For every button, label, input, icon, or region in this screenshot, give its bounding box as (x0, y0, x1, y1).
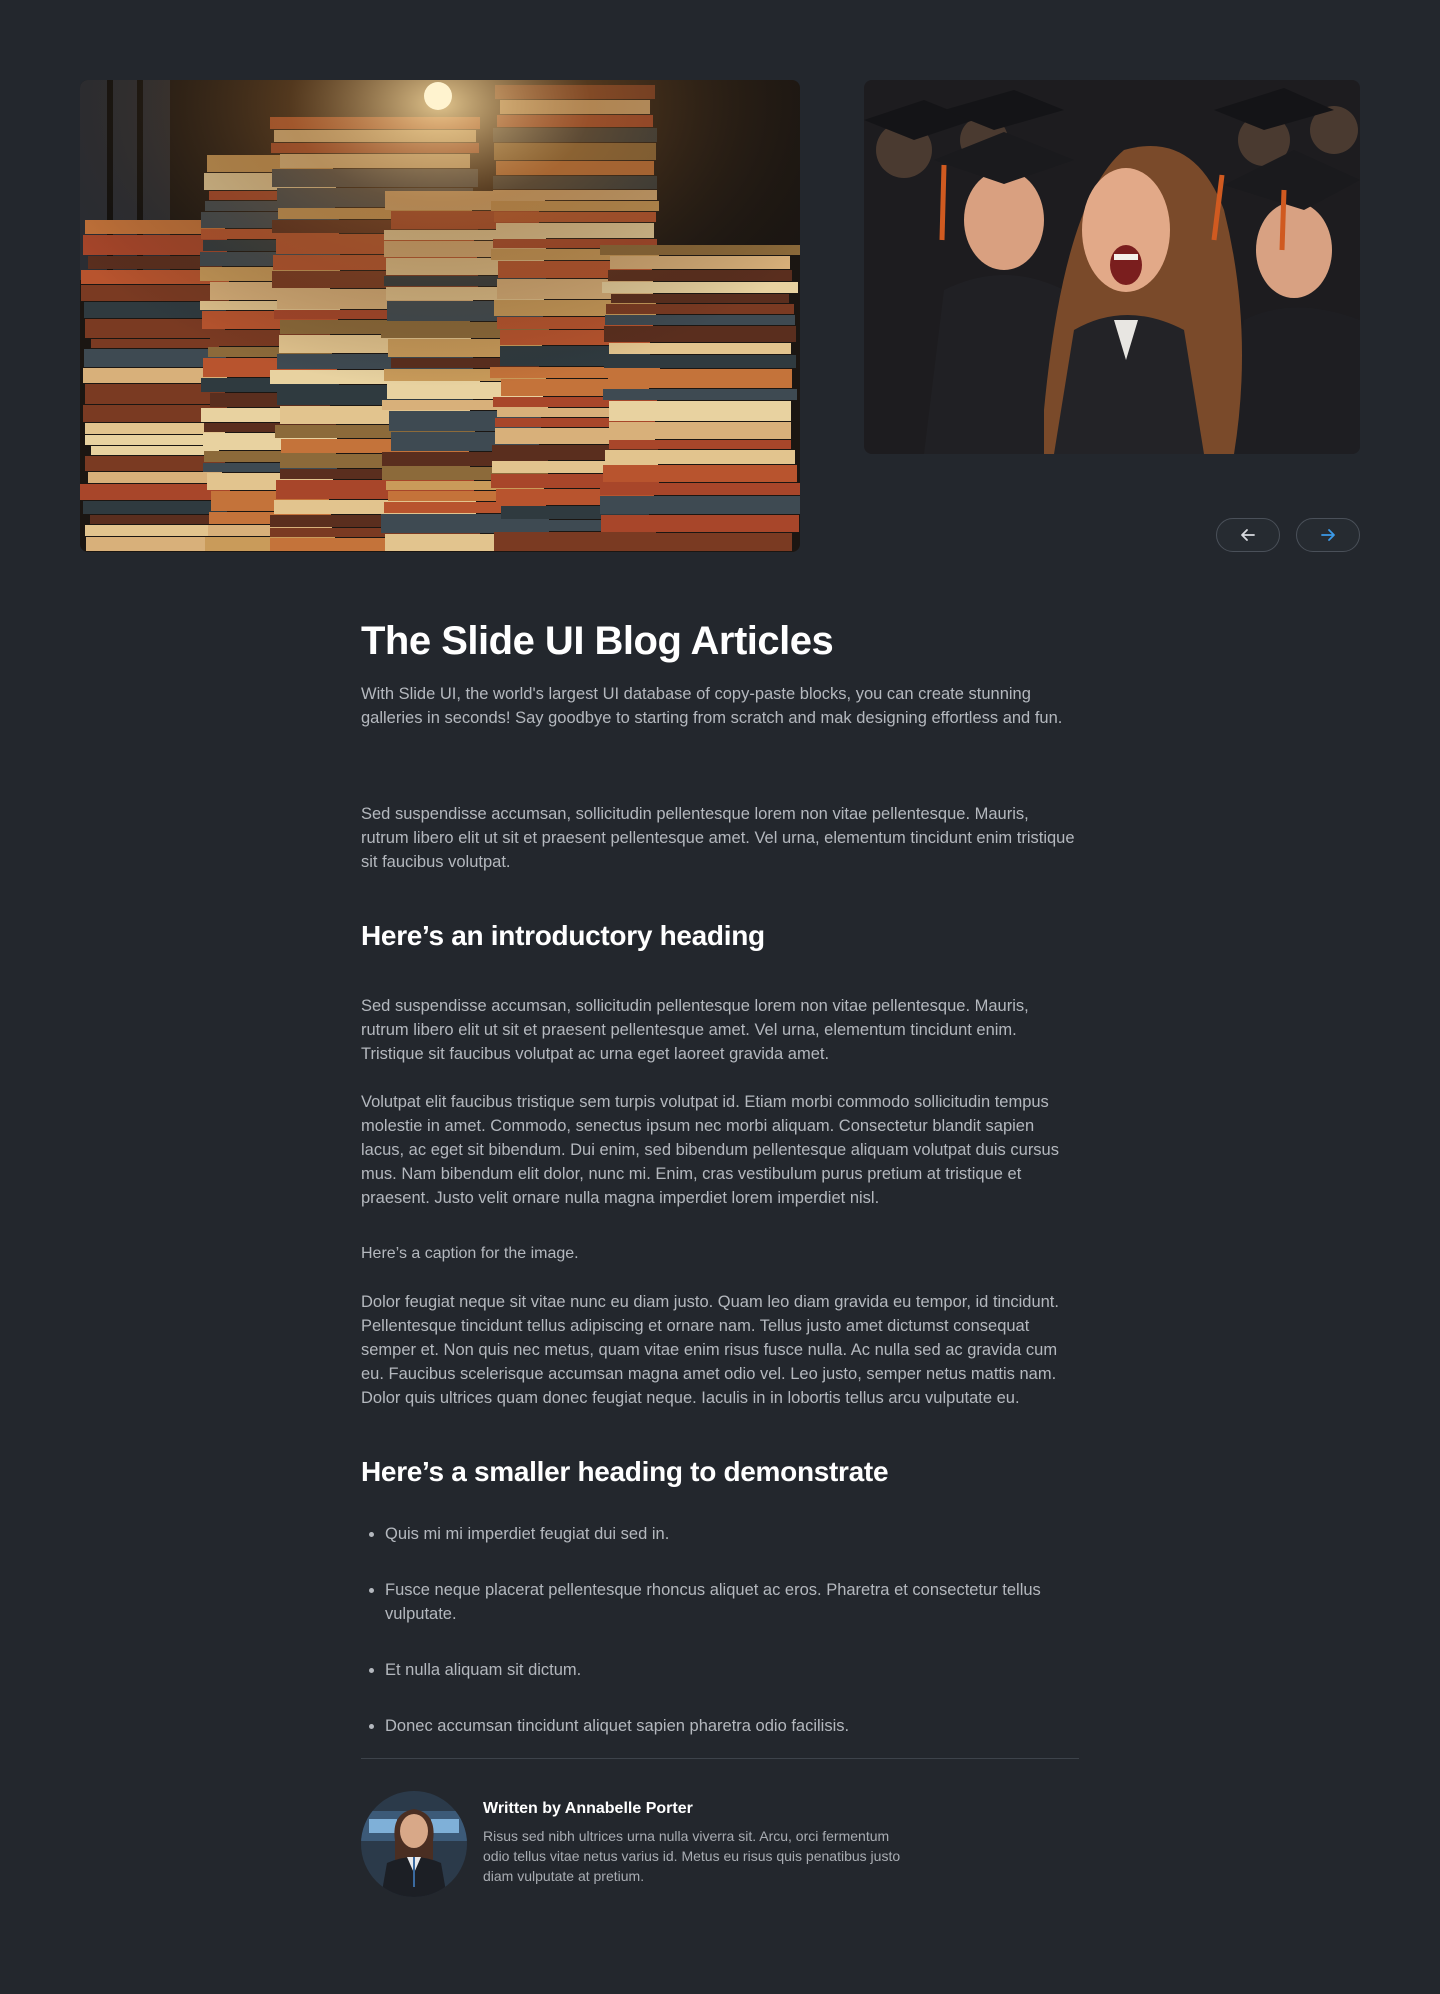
author-name: Written by Annabelle Porter (483, 1800, 693, 1817)
article-paragraph: Sed suspendisse accumsan, sollicitudin p… (361, 997, 1029, 1063)
article-paragraph: Dolor feugiat neque sit vitae nunc eu di… (361, 1293, 1059, 1407)
list-item: Donec accumsan tincidunt aliquet sapien … (361, 1714, 1079, 1738)
article-paragraph: Volutpat elit faucibus tristique sem tur… (361, 1093, 1059, 1207)
avatar[interactable] (361, 1791, 467, 1897)
previous-button[interactable] (1216, 518, 1280, 552)
list-item: Et nulla aliquam sit dictum. (361, 1658, 1079, 1682)
author-card: Written by Annabelle Porter Risus sed ni… (361, 1791, 1079, 1897)
list-item: Fusce neque placerat pellentesque rhoncu… (361, 1578, 1079, 1626)
author-bio: Risus sed nibh ultrices urna nulla viver… (483, 1828, 901, 1884)
next-button[interactable] (1296, 518, 1360, 552)
image-caption: Here’s a caption for the image. (361, 1245, 579, 1262)
bullet-list: Quis mi mi imperdiet feugiat dui sed in.… (361, 1522, 1079, 1738)
article-lead: With Slide UI, the world's largest UI da… (361, 685, 1063, 727)
books-image[interactable] (80, 80, 800, 552)
article: The Slide UI Blog Articles With Slide UI… (361, 612, 1079, 1897)
list-item: Quis mi mi imperdiet feugiat dui sed in. (361, 1522, 1079, 1546)
article-paragraph: Sed suspendisse accumsan, sollicitudin p… (361, 805, 1075, 871)
arrow-right-icon (1321, 529, 1335, 541)
article-title: The Slide UI Blog Articles (361, 619, 834, 663)
author-info: Written by Annabelle Porter Risus sed ni… (483, 1791, 913, 1886)
divider (361, 1758, 1079, 1759)
image-gallery (0, 0, 1440, 560)
arrow-left-icon (1241, 529, 1255, 541)
small-heading: Here’s a smaller heading to demonstrate (361, 1456, 889, 1487)
intro-heading: Here’s an introductory heading (361, 920, 765, 951)
graduates-image[interactable] (864, 80, 1360, 454)
